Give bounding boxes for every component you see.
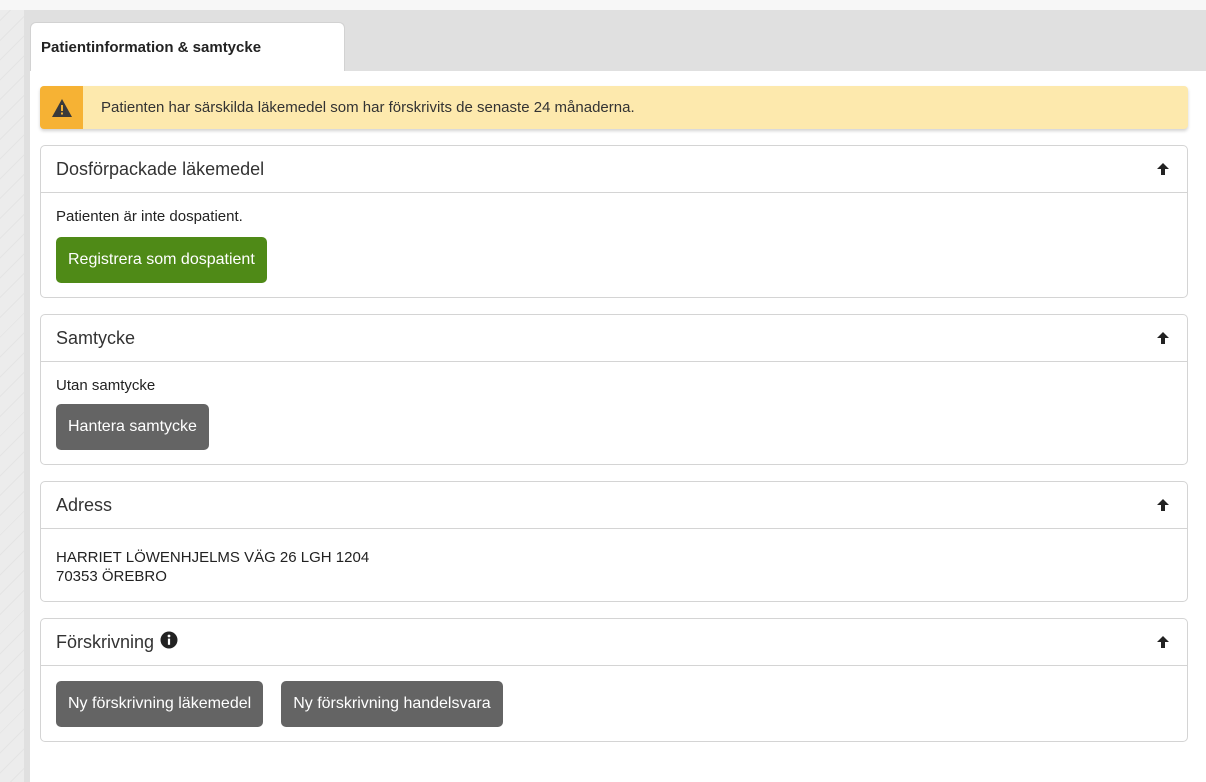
dos-card: Dosförpackade läkemedel Patienten är int… [40, 145, 1188, 298]
alert-text: Patienten har särskilda läkemedel som ha… [101, 99, 635, 116]
collapse-arrow-up-icon[interactable] [1153, 328, 1173, 348]
consent-status-text: Utan samtycke [56, 377, 156, 394]
dos-card-title: Dosförpackade läkemedel [56, 158, 265, 179]
collapse-arrow-up-icon[interactable] [1153, 495, 1173, 515]
collapse-arrow-up-icon[interactable] [1153, 159, 1173, 179]
address-line-1: HARRIET LÖWENHJELMS VÄG 26 LGH 1204 [56, 549, 370, 566]
left-rail [0, 0, 24, 782]
dos-status-text: Patienten är inte dospatient. [56, 208, 243, 225]
consent-card-body: Utan samtycke Hantera samtycke [41, 362, 1187, 464]
address-card: Adress HARRIET LÖWENHJELMS VÄG 26 LGH 12… [40, 481, 1188, 602]
manage-consent-button[interactable]: Hantera samtycke [56, 404, 209, 450]
tab-patientinformation[interactable]: Patientinformation & samtycke [30, 22, 345, 72]
prescription-card: Förskrivning Ny förskrivning läkemedel N… [40, 618, 1188, 742]
address-card-body: HARRIET LÖWENHJELMS VÄG 26 LGH 1204 7035… [41, 529, 1187, 601]
collapse-arrow-up-icon[interactable] [1153, 632, 1173, 652]
consent-card-title: Samtycke [56, 327, 136, 348]
info-icon[interactable] [160, 631, 178, 654]
warning-alert: Patienten har särskilda läkemedel som ha… [40, 86, 1188, 129]
prescription-title-text: Förskrivning [56, 631, 155, 652]
prescription-card-header: Förskrivning [41, 619, 1187, 666]
prescription-card-title: Förskrivning [56, 631, 178, 654]
consent-card-header: Samtycke [41, 315, 1187, 362]
new-prescription-drug-button[interactable]: Ny förskrivning läkemedel [56, 681, 264, 727]
warning-icon [40, 86, 83, 129]
register-dospatient-button[interactable]: Registrera som dospatient [56, 237, 267, 283]
tab-bar: Patientinformation & samtycke [24, 10, 1206, 72]
prescription-buttons: Ny förskrivning läkemedel Ny förskrivnin… [56, 680, 1172, 727]
prescription-card-body: Ny förskrivning läkemedel Ny förskrivnin… [41, 666, 1187, 741]
address-line-2: 70353 ÖREBRO [56, 568, 167, 585]
tab-content: Patienten har särskilda läkemedel som ha… [30, 71, 1206, 782]
top-strip [0, 0, 1206, 10]
address-card-header: Adress [41, 482, 1187, 529]
consent-card: Samtycke Utan samtycke Hantera samtycke [40, 314, 1188, 465]
dos-card-body: Patienten är inte dospatient. Registrera… [41, 193, 1187, 297]
new-prescription-goods-button[interactable]: Ny förskrivning handelsvara [281, 681, 503, 727]
address-card-title: Adress [56, 494, 113, 515]
dos-card-header: Dosförpackade läkemedel [41, 146, 1187, 193]
patient-panel: Patientinformation & samtycke Patienten … [24, 10, 1206, 782]
